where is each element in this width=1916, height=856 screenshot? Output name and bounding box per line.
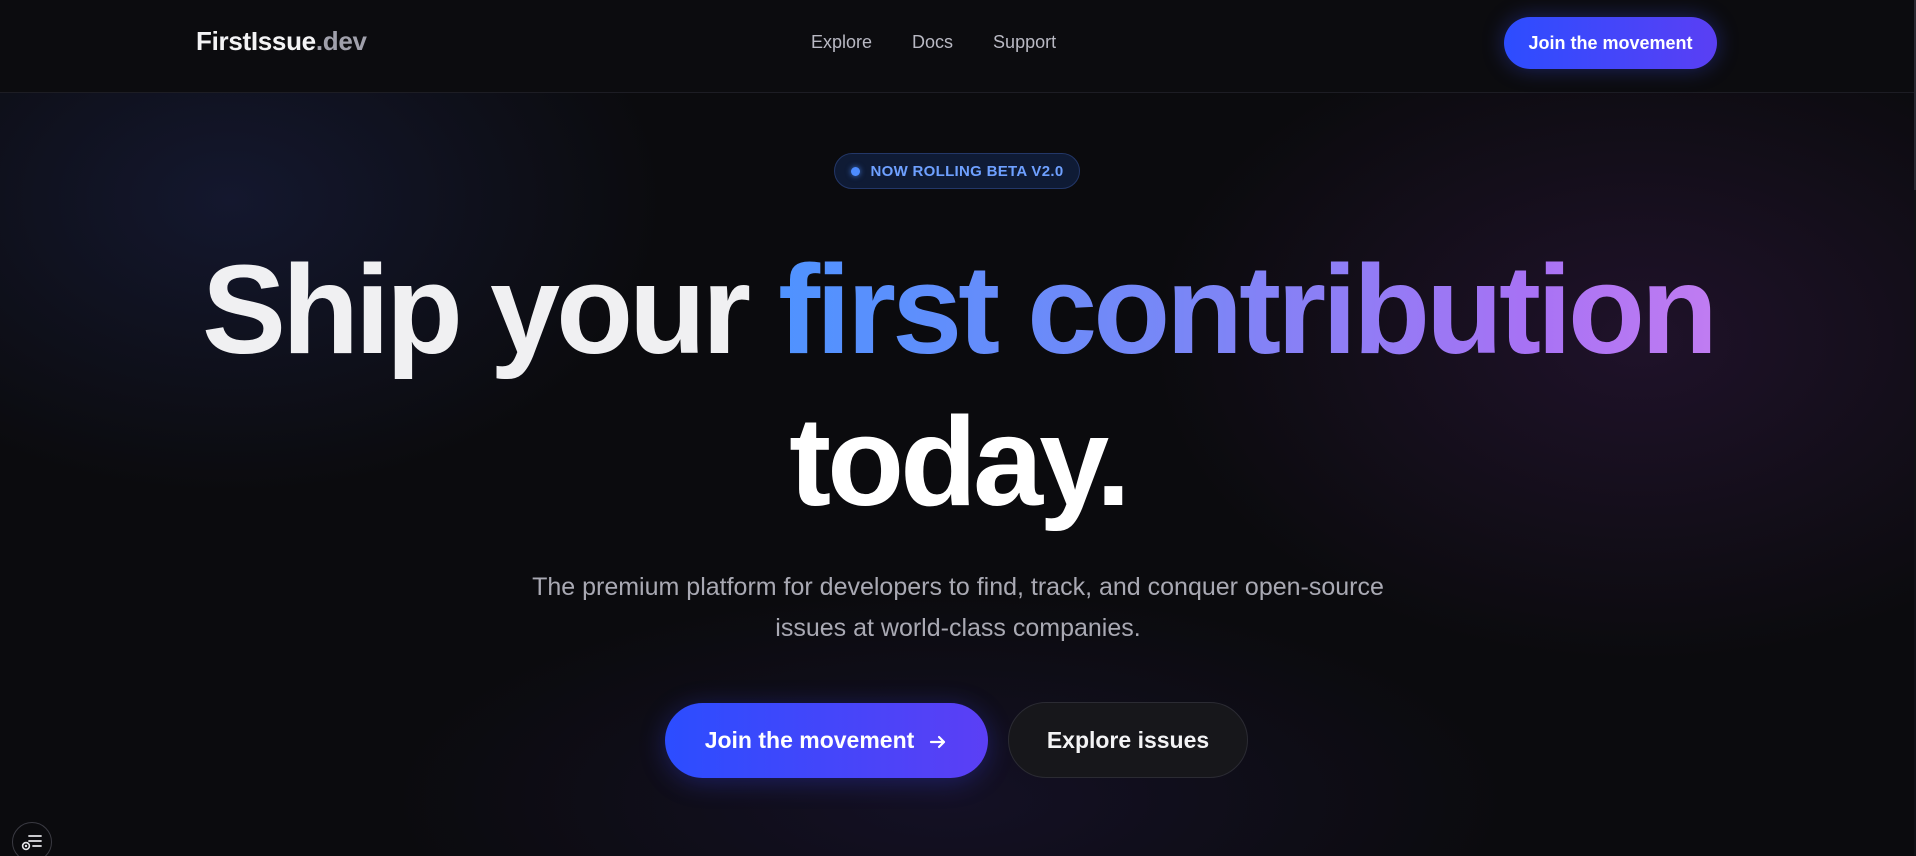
beta-badge-label: NOW ROLLING BETA V2.0 bbox=[870, 162, 1064, 180]
explore-issues-button[interactable]: Explore issues bbox=[1008, 702, 1248, 778]
beta-badge: NOW ROLLING BETA V2.0 bbox=[834, 153, 1080, 189]
floating-settings-button[interactable] bbox=[12, 822, 52, 856]
arrow-right-icon bbox=[928, 731, 948, 751]
brand-name: FirstIssue bbox=[196, 26, 316, 56]
hero-join-button-label: Join the movement bbox=[704, 727, 915, 753]
headline-line-1: Ship your first contribution bbox=[0, 234, 1916, 386]
hero-join-button[interactable]: Join the movement bbox=[665, 703, 988, 778]
main-nav: Explore Docs Support bbox=[811, 32, 1096, 53]
headline-line-2: today. bbox=[789, 391, 1131, 532]
hero-subtitle: The premium platform for developers to f… bbox=[532, 573, 1384, 642]
brand-domain: .dev bbox=[315, 26, 367, 56]
hero-headline: Ship your first contribution today. bbox=[0, 234, 1916, 538]
nav-link-docs[interactable]: Docs bbox=[912, 32, 953, 53]
nav-link-support[interactable]: Support bbox=[993, 32, 1056, 53]
landing-page: FirstIssue.dev Explore Docs Support Join… bbox=[0, 0, 1916, 856]
headline-text-start: Ship your bbox=[202, 239, 779, 380]
header-join-button[interactable]: Join the movement bbox=[1504, 17, 1717, 69]
top-navigation-bar: FirstIssue.dev Explore Docs Support Join… bbox=[0, 0, 1914, 93]
nav-link-explore[interactable]: Explore bbox=[811, 32, 872, 53]
brand-logo[interactable]: FirstIssue.dev bbox=[196, 26, 367, 57]
status-dot-icon bbox=[850, 166, 860, 176]
settings-list-icon bbox=[21, 835, 42, 851]
headline-highlight: first contribution bbox=[778, 239, 1718, 380]
